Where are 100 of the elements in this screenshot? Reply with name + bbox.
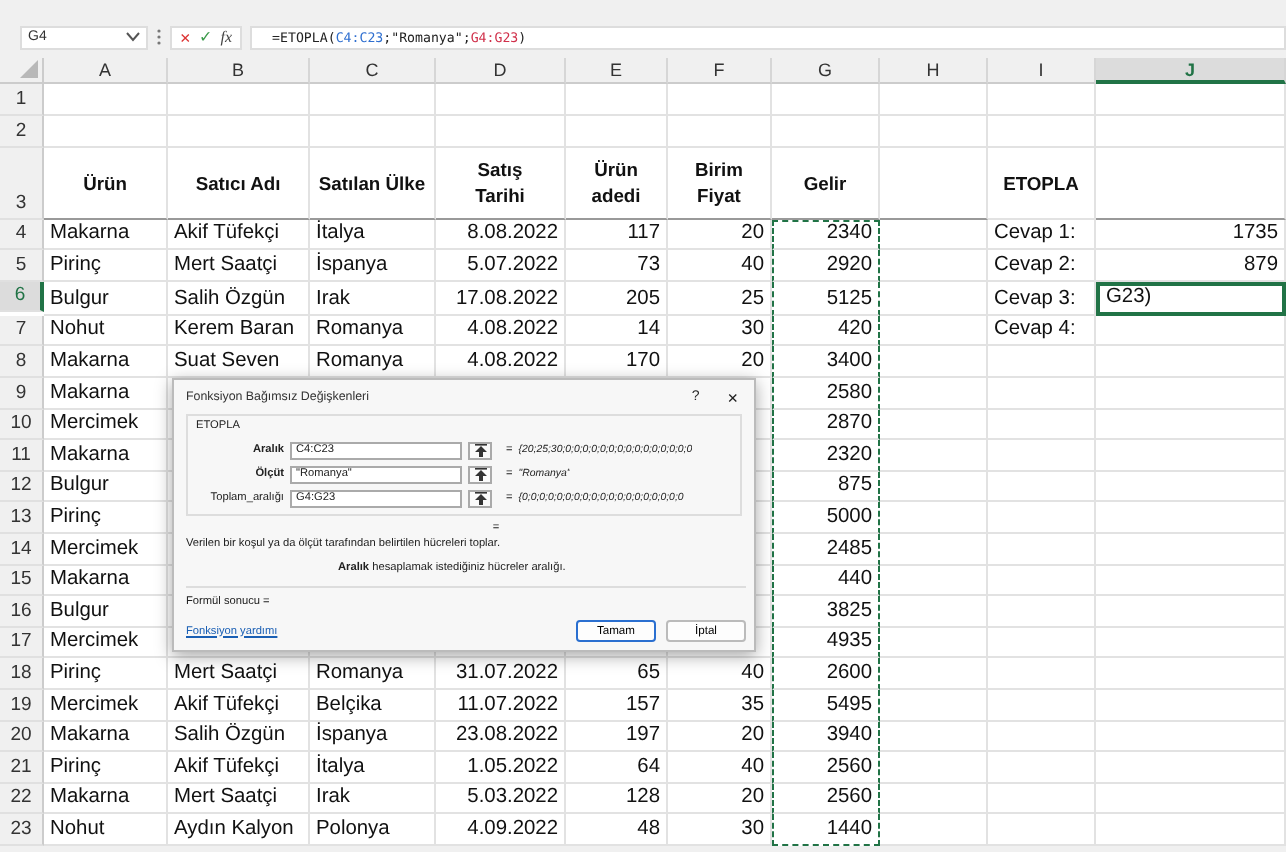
table-cell: 2920 xyxy=(772,250,880,282)
table-cell: Bulgur xyxy=(44,596,168,628)
table-cell: 4935 xyxy=(772,627,880,659)
table-cell: 48 xyxy=(566,814,668,846)
table-cell: Pirinç xyxy=(44,752,168,784)
row-header[interactable]: 2 xyxy=(0,115,44,148)
table-cell: 879 xyxy=(1096,250,1286,282)
table-cell: Irak xyxy=(310,281,436,316)
row-header[interactable]: 20 xyxy=(0,721,44,753)
table-cell: 117 xyxy=(566,219,668,251)
row-header[interactable]: 14 xyxy=(0,533,44,566)
table-cell: 157 xyxy=(566,689,668,721)
row-header[interactable]: 13 xyxy=(0,502,44,534)
table-cell: 1440 xyxy=(772,814,880,846)
table-cell: 31.07.2022 xyxy=(436,658,566,690)
collapse-dialog-button[interactable] xyxy=(468,489,492,507)
column-header[interactable]: C xyxy=(310,58,436,84)
table-cell: Mercimek xyxy=(44,627,168,659)
table-cell: 4.08.2022 xyxy=(436,315,566,347)
row-header[interactable]: 15 xyxy=(0,565,44,597)
row-header[interactable]: 4 xyxy=(0,219,44,251)
table-cell: Salih Özgün xyxy=(168,721,310,753)
table-cell: Mert Saatçi xyxy=(168,658,310,690)
column-title: Gelir xyxy=(772,147,880,220)
table-cell: Mercimek xyxy=(44,409,168,441)
column-header[interactable]: H xyxy=(880,58,988,84)
table-cell: 1.05.2022 xyxy=(436,752,566,784)
table-cell: Makarna xyxy=(44,219,168,251)
table-cell: 3400 xyxy=(772,346,880,378)
row-header[interactable]: 12 xyxy=(0,471,44,503)
collapse-dialog-button[interactable] xyxy=(468,441,492,459)
table-cell: Romanya xyxy=(310,658,436,690)
column-header[interactable]: G xyxy=(772,58,880,84)
column-header[interactable]: F xyxy=(668,58,772,84)
table-cell: 35 xyxy=(668,689,772,721)
column-title: ETOPLA xyxy=(988,147,1096,220)
table-cell: Akif Tüfekçi xyxy=(168,689,310,721)
table-cell: 5495 xyxy=(772,689,880,721)
table-cell: 2560 xyxy=(772,752,880,784)
table-cell: İtalya xyxy=(310,219,436,251)
column-title: Satılan Ülke xyxy=(310,147,436,220)
row-header[interactable]: 1 xyxy=(0,84,44,116)
table-cell: 65 xyxy=(566,658,668,690)
table-cell: 30 xyxy=(668,315,772,347)
row-header[interactable]: 8 xyxy=(0,346,44,378)
column-header[interactable]: J xyxy=(1096,58,1286,84)
column-title: Ürün adedi xyxy=(566,147,668,220)
row-header[interactable]: 23 xyxy=(0,814,44,846)
column-header[interactable]: E xyxy=(566,58,668,84)
row-header[interactable]: 5 xyxy=(0,250,44,282)
enter-button[interactable]: ✓ xyxy=(198,27,213,47)
table-cell: 17.08.2022 xyxy=(436,281,566,316)
table-cell: 40 xyxy=(668,250,772,282)
table-cell: Salih Özgün xyxy=(168,281,310,316)
row-header[interactable]: 6 xyxy=(0,281,44,313)
column-title: Birim Fiyat xyxy=(668,147,772,220)
collapse-dialog-button[interactable] xyxy=(468,465,492,483)
table-cell: 64 xyxy=(566,752,668,784)
row-header[interactable]: 22 xyxy=(0,783,44,815)
table-cell: 40 xyxy=(668,752,772,784)
table-cell: 2870 xyxy=(772,409,880,441)
close-button[interactable]: × xyxy=(727,387,738,407)
column-header[interactable]: A xyxy=(44,58,168,84)
table-cell: Cevap 4: xyxy=(988,315,1096,347)
active-cell[interactable]: G23) xyxy=(1096,281,1286,316)
table-cell: İtalya xyxy=(310,752,436,784)
table-cell: 30 xyxy=(668,814,772,846)
row-header[interactable]: 18 xyxy=(0,658,44,690)
table-cell: 3825 xyxy=(772,596,880,628)
table-cell: 5.03.2022 xyxy=(436,783,566,815)
row-header[interactable]: 9 xyxy=(0,377,44,410)
row-header[interactable]: 21 xyxy=(0,752,44,784)
table-cell: 1735 xyxy=(1096,219,1286,251)
table-cell: İspanya xyxy=(310,721,436,753)
table-cell: Irak xyxy=(310,783,436,815)
row-header[interactable]: 10 xyxy=(0,409,44,441)
table-cell: Bulgur xyxy=(44,281,168,316)
upload-arrow-icon xyxy=(473,467,487,481)
table-cell: 11.07.2022 xyxy=(436,689,566,721)
table-cell: Mert Saatçi xyxy=(168,250,310,282)
row-header[interactable]: 16 xyxy=(0,596,44,628)
row-header[interactable]: 3 xyxy=(0,147,44,220)
column-header[interactable]: I xyxy=(988,58,1096,84)
insert-function-button[interactable]: fx xyxy=(220,27,233,47)
column-title: Satıcı Adı xyxy=(168,147,310,220)
row-header[interactable]: 11 xyxy=(0,440,44,472)
upload-arrow-icon xyxy=(473,443,487,457)
dropdown-caret-icon[interactable] xyxy=(126,32,140,42)
table-cell: 25 xyxy=(668,281,772,316)
table-cell: 875 xyxy=(772,471,880,503)
column-header[interactable]: D xyxy=(436,58,566,84)
column-header[interactable]: B xyxy=(168,58,310,84)
row-header[interactable]: 17 xyxy=(0,627,44,659)
table-cell: 440 xyxy=(772,565,880,597)
row-header[interactable]: 19 xyxy=(0,689,44,721)
table-cell: 5.07.2022 xyxy=(436,250,566,282)
row-header[interactable]: 7 xyxy=(0,315,44,347)
table-cell: Makarna xyxy=(44,565,168,597)
more-options-icon[interactable] xyxy=(156,28,162,46)
cancel-button[interactable]: × xyxy=(180,27,191,47)
